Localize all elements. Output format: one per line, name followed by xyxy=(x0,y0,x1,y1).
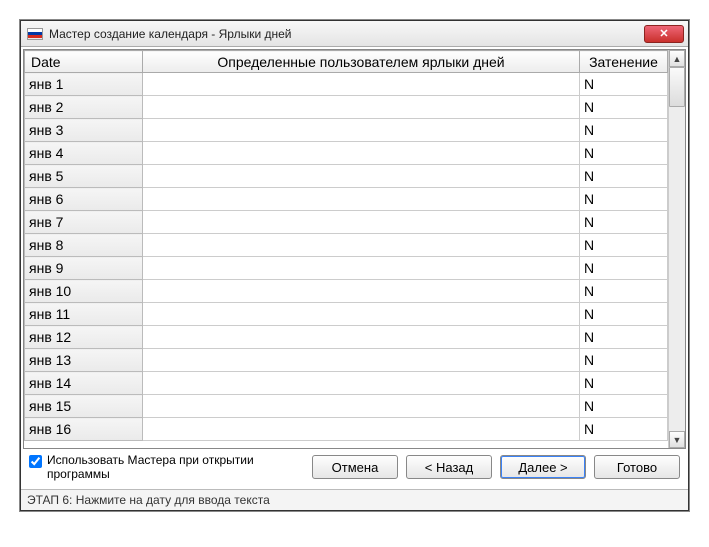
table-row[interactable]: янв 4 N xyxy=(25,142,668,165)
shade-cell[interactable]: N xyxy=(580,96,668,119)
table-row[interactable]: янв 13 N xyxy=(25,349,668,372)
vertical-scrollbar[interactable]: ▲ ▼ xyxy=(668,50,685,448)
shade-cell[interactable]: N xyxy=(580,257,668,280)
date-cell[interactable]: янв 8 xyxy=(25,234,143,257)
shade-cell[interactable]: N xyxy=(580,303,668,326)
table-row[interactable]: янв 10 N xyxy=(25,280,668,303)
label-cell[interactable] xyxy=(143,142,580,165)
scroll-down-button[interactable]: ▼ xyxy=(669,431,685,448)
table-row[interactable]: янв 7 N xyxy=(25,211,668,234)
shade-cell[interactable]: N xyxy=(580,73,668,96)
col-header-date[interactable]: Date xyxy=(25,51,143,73)
shade-cell[interactable]: N xyxy=(580,142,668,165)
table-container: Date Определенные пользователем ярлыки д… xyxy=(23,49,686,449)
wizard-window: Мастер создание календаря - Ярлыки дней … xyxy=(20,20,689,511)
table-row[interactable]: янв 3 N xyxy=(25,119,668,142)
shade-cell[interactable]: N xyxy=(580,349,668,372)
shade-cell[interactable]: N xyxy=(580,165,668,188)
label-cell[interactable] xyxy=(143,165,580,188)
shade-cell[interactable]: N xyxy=(580,119,668,142)
table-row[interactable]: янв 16 N xyxy=(25,418,668,441)
back-button[interactable]: < Назад xyxy=(406,455,492,479)
date-cell[interactable]: янв 15 xyxy=(25,395,143,418)
label-cell[interactable] xyxy=(143,119,580,142)
shade-cell[interactable]: N xyxy=(580,372,668,395)
date-cell[interactable]: янв 3 xyxy=(25,119,143,142)
date-cell[interactable]: янв 14 xyxy=(25,372,143,395)
table-row[interactable]: янв 14 N xyxy=(25,372,668,395)
status-bar: ЭТАП 6: Нажмите на дату для ввода текста xyxy=(21,489,688,510)
label-cell[interactable] xyxy=(143,234,580,257)
table-row[interactable]: янв 11 N xyxy=(25,303,668,326)
shade-cell[interactable]: N xyxy=(580,280,668,303)
russia-flag-icon xyxy=(27,28,43,40)
date-cell[interactable]: янв 16 xyxy=(25,418,143,441)
table-row[interactable]: янв 9 N xyxy=(25,257,668,280)
label-cell[interactable] xyxy=(143,372,580,395)
date-cell[interactable]: янв 7 xyxy=(25,211,143,234)
shade-cell[interactable]: N xyxy=(580,211,668,234)
titlebar: Мастер создание календаря - Ярлыки дней … xyxy=(21,21,688,47)
label-cell[interactable] xyxy=(143,96,580,119)
table-row[interactable]: янв 1 N xyxy=(25,73,668,96)
date-cell[interactable]: янв 1 xyxy=(25,73,143,96)
label-cell[interactable] xyxy=(143,73,580,96)
label-cell[interactable] xyxy=(143,326,580,349)
scroll-up-button[interactable]: ▲ xyxy=(669,50,685,67)
use-wizard-checkbox[interactable] xyxy=(29,455,42,468)
table-row[interactable]: янв 12 N xyxy=(25,326,668,349)
col-header-shading[interactable]: Затенение xyxy=(580,51,668,73)
date-cell[interactable]: янв 11 xyxy=(25,303,143,326)
date-cell[interactable]: янв 13 xyxy=(25,349,143,372)
label-cell[interactable] xyxy=(143,257,580,280)
table-row[interactable]: янв 2 N xyxy=(25,96,668,119)
col-header-labels[interactable]: Определенные пользователем ярлыки дней xyxy=(143,51,580,73)
window-title: Мастер создание календаря - Ярлыки дней xyxy=(49,27,644,41)
close-icon: ✕ xyxy=(659,27,668,40)
date-cell[interactable]: янв 9 xyxy=(25,257,143,280)
scroll-track[interactable] xyxy=(669,67,685,431)
table-row[interactable]: янв 6 N xyxy=(25,188,668,211)
finish-button[interactable]: Готово xyxy=(594,455,680,479)
table-row[interactable]: янв 15 N xyxy=(25,395,668,418)
use-wizard-label[interactable]: Использовать Мастера при открытии програ… xyxy=(47,453,259,481)
label-cell[interactable] xyxy=(143,349,580,372)
wizard-buttons: Отмена < Назад Далее > Готово xyxy=(265,455,680,479)
use-wizard-checkbox-group: Использовать Мастера при открытии програ… xyxy=(29,453,259,481)
shade-cell[interactable]: N xyxy=(580,418,668,441)
label-cell[interactable] xyxy=(143,188,580,211)
date-cell[interactable]: янв 6 xyxy=(25,188,143,211)
date-cell[interactable]: янв 10 xyxy=(25,280,143,303)
content-area: Date Определенные пользователем ярлыки д… xyxy=(21,47,688,489)
label-cell[interactable] xyxy=(143,395,580,418)
day-labels-table: Date Определенные пользователем ярлыки д… xyxy=(24,50,668,441)
label-cell[interactable] xyxy=(143,418,580,441)
shade-cell[interactable]: N xyxy=(580,395,668,418)
close-button[interactable]: ✕ xyxy=(644,25,684,43)
date-cell[interactable]: янв 12 xyxy=(25,326,143,349)
label-cell[interactable] xyxy=(143,211,580,234)
date-cell[interactable]: янв 2 xyxy=(25,96,143,119)
shade-cell[interactable]: N xyxy=(580,326,668,349)
footer-row: Использовать Мастера при открытии програ… xyxy=(23,449,686,487)
table-row[interactable]: янв 8 N xyxy=(25,234,668,257)
date-cell[interactable]: янв 4 xyxy=(25,142,143,165)
label-cell[interactable] xyxy=(143,303,580,326)
date-cell[interactable]: янв 5 xyxy=(25,165,143,188)
shade-cell[interactable]: N xyxy=(580,234,668,257)
shade-cell[interactable]: N xyxy=(580,188,668,211)
label-cell[interactable] xyxy=(143,280,580,303)
scroll-thumb[interactable] xyxy=(669,67,685,107)
table-row[interactable]: янв 5 N xyxy=(25,165,668,188)
next-button[interactable]: Далее > xyxy=(500,455,586,479)
cancel-button[interactable]: Отмена xyxy=(312,455,398,479)
